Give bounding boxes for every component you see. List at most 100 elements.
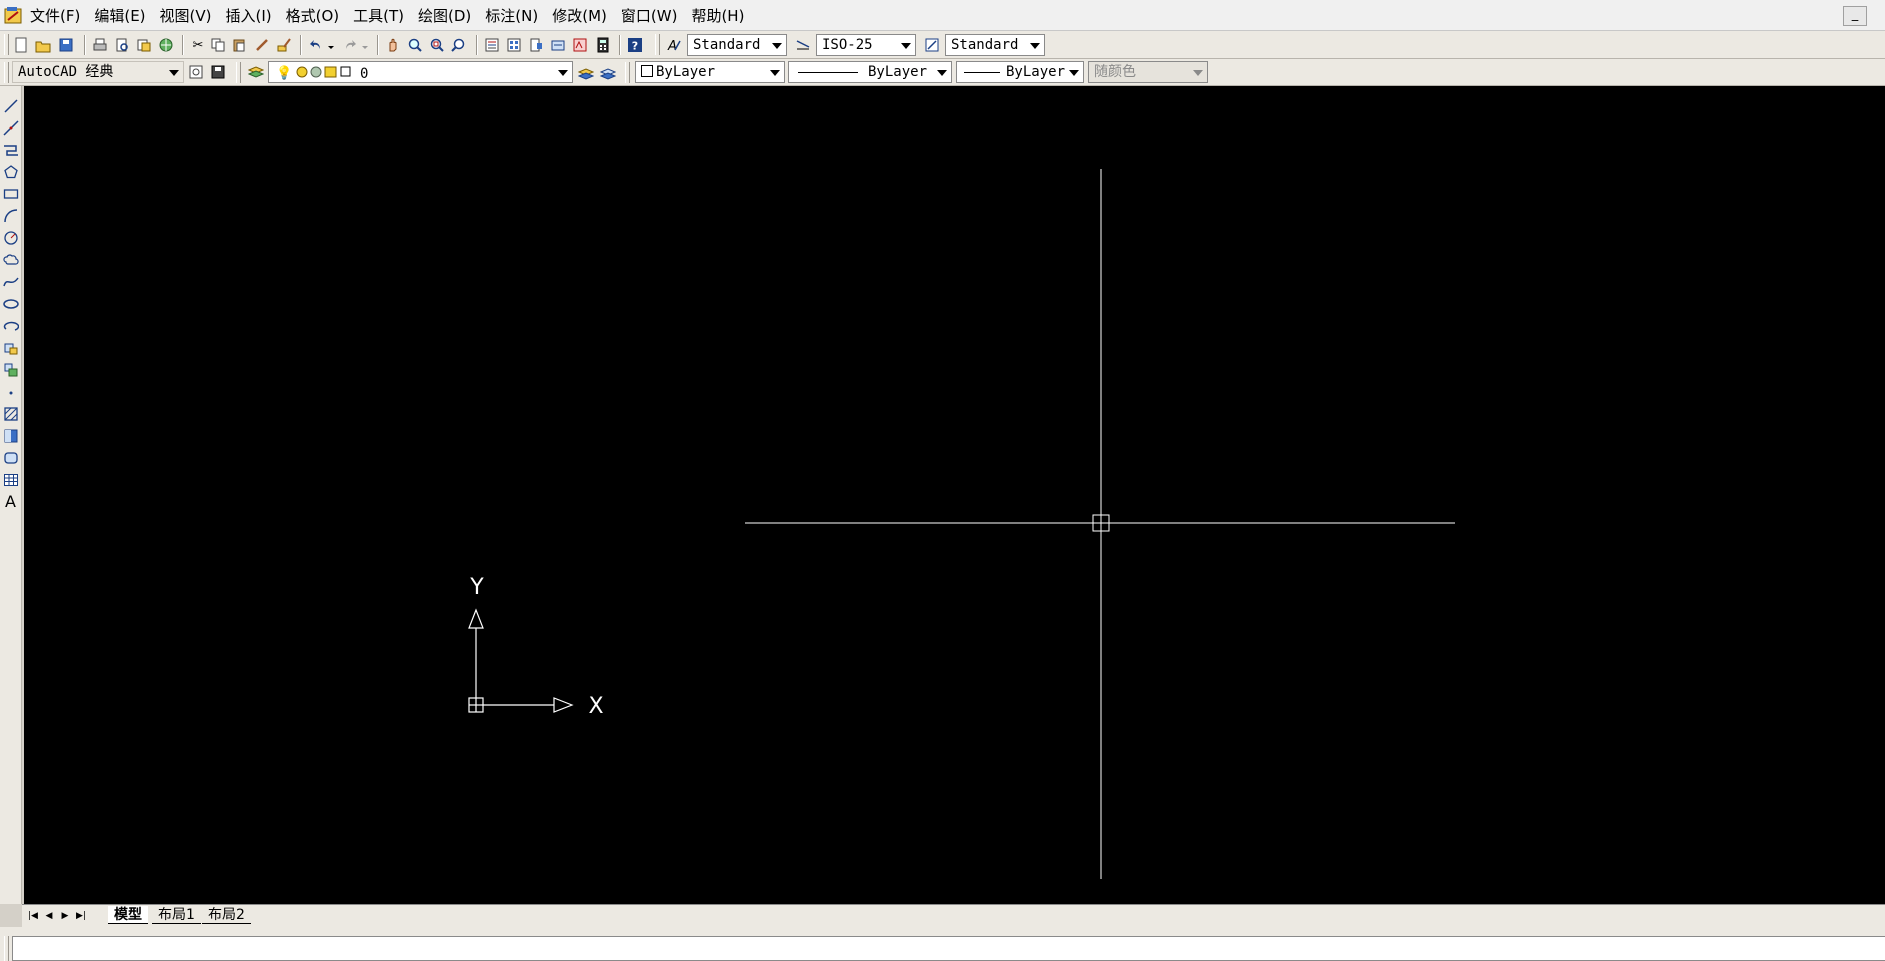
dim-style-value: ISO-25 xyxy=(822,37,873,53)
command-grip[interactable] xyxy=(4,936,9,961)
circle-icon[interactable] xyxy=(1,228,20,247)
text-style-value: Standard xyxy=(693,37,761,53)
polyline-icon[interactable] xyxy=(1,140,20,159)
layer-previous-icon[interactable] xyxy=(598,62,618,82)
gradient-icon[interactable] xyxy=(1,426,20,445)
toolbar-grip[interactable] xyxy=(625,62,630,83)
toolbar-grip[interactable] xyxy=(655,34,660,55)
redo-icon[interactable] xyxy=(340,35,360,55)
make-object-layer-current-icon[interactable] xyxy=(576,62,596,82)
minimize-button[interactable]: _ xyxy=(1843,6,1867,26)
menu-list: 文件(F) 编辑(E) 视图(V) 插入(I) 格式(O) 工具(T) 绘图(D… xyxy=(30,0,758,31)
lineweight-select[interactable]: ByLayer xyxy=(956,61,1084,83)
construction-line-icon[interactable] xyxy=(1,118,20,137)
workspace-save-icon[interactable] xyxy=(208,62,228,82)
zoom-previous-icon[interactable] xyxy=(449,35,469,55)
pan-icon[interactable] xyxy=(383,35,403,55)
region-icon[interactable] xyxy=(1,448,20,467)
match-properties-icon[interactable] xyxy=(274,35,294,55)
menu-view[interactable]: 视图(V) xyxy=(160,5,212,26)
design-center-icon[interactable] xyxy=(504,35,524,55)
workspace-settings-icon[interactable] xyxy=(186,62,206,82)
zoom-window-icon[interactable] xyxy=(427,35,447,55)
tool-palettes-icon[interactable] xyxy=(526,35,546,55)
tab-layout2[interactable]: 布局2 xyxy=(202,906,251,924)
copy-icon[interactable] xyxy=(208,35,228,55)
open-icon[interactable] xyxy=(33,35,53,55)
table-icon[interactable] xyxy=(1,470,20,489)
zoom-realtime-icon[interactable] xyxy=(405,35,425,55)
brush-icon[interactable] xyxy=(252,35,272,55)
tab-layout1[interactable]: 布局1 xyxy=(152,906,201,924)
revision-cloud-icon[interactable] xyxy=(1,250,20,269)
make-block-icon[interactable] xyxy=(1,360,20,379)
polygon-icon[interactable] xyxy=(1,162,20,181)
ellipse-icon[interactable] xyxy=(1,294,20,313)
menu-insert[interactable]: 插入(I) xyxy=(226,5,272,26)
etransmit-icon[interactable] xyxy=(156,35,176,55)
menu-modify[interactable]: 修改(M) xyxy=(552,5,607,26)
properties-icon[interactable] xyxy=(482,35,502,55)
rectangle-icon[interactable] xyxy=(1,184,20,203)
plot-icon[interactable] xyxy=(90,35,110,55)
calculator-icon[interactable] xyxy=(593,35,613,55)
save-icon[interactable] xyxy=(56,35,76,55)
command-input[interactable] xyxy=(12,936,1885,961)
dim-style-icon[interactable] xyxy=(793,35,813,55)
dim-style-select[interactable]: ISO-25 xyxy=(816,34,916,56)
toolbar-grip[interactable] xyxy=(236,62,241,83)
redo-dropdown-icon[interactable] xyxy=(360,35,370,55)
text-style-select[interactable]: Standard xyxy=(687,34,787,56)
linetype-value: ByLayer xyxy=(868,64,928,80)
ucs-y-arrow xyxy=(468,608,484,629)
menu-format[interactable]: 格式(O) xyxy=(286,5,340,26)
arc-icon[interactable] xyxy=(1,206,20,225)
menu-window[interactable]: 窗口(W) xyxy=(621,5,678,26)
toolbar-grip[interactable] xyxy=(4,62,9,83)
plot-preview-icon[interactable] xyxy=(112,35,132,55)
linetype-select[interactable]: ByLayer xyxy=(788,61,952,83)
color-select[interactable]: ByLayer xyxy=(635,61,785,83)
cut-icon[interactable]: ✂ xyxy=(188,35,208,55)
help-icon[interactable]: ? xyxy=(625,35,645,55)
insert-block-icon[interactable] xyxy=(1,338,20,357)
first-tab-icon[interactable]: |◀ xyxy=(26,909,40,923)
layer-select[interactable]: 💡 0 xyxy=(268,61,573,83)
toolbar-grip[interactable] xyxy=(4,34,9,55)
menu-dimension[interactable]: 标注(N) xyxy=(485,5,538,26)
drawing-canvas[interactable]: Y X xyxy=(24,86,1885,904)
point-icon[interactable] xyxy=(1,382,20,401)
hatch-icon[interactable] xyxy=(1,404,20,423)
next-tab-icon[interactable]: ▶ xyxy=(58,909,72,923)
svg-text:A: A xyxy=(667,39,677,53)
previous-tab-icon[interactable]: ◀ xyxy=(42,909,56,923)
last-tab-icon[interactable]: ▶| xyxy=(74,909,88,923)
menu-file[interactable]: 文件(F) xyxy=(30,5,80,26)
multiline-text-icon[interactable]: A xyxy=(1,492,20,511)
layer-manager-icon[interactable] xyxy=(246,62,266,82)
line-icon[interactable] xyxy=(1,96,20,115)
table-style-select[interactable]: Standard xyxy=(945,34,1045,56)
tab-model[interactable]: 模型 xyxy=(108,906,148,924)
spline-icon[interactable] xyxy=(1,272,20,291)
markup-icon[interactable] xyxy=(570,35,590,55)
table-style-icon[interactable] xyxy=(922,35,942,55)
plotstyle-select: 随颜色 xyxy=(1088,61,1208,83)
undo-icon[interactable] xyxy=(306,35,326,55)
ellipse-arc-icon[interactable] xyxy=(1,316,20,335)
command-window xyxy=(0,927,1885,961)
text-style-icon[interactable]: A xyxy=(664,35,684,55)
menu-draw[interactable]: 绘图(D) xyxy=(418,5,471,26)
color-swatch xyxy=(641,65,653,77)
menu-tools[interactable]: 工具(T) xyxy=(353,5,404,26)
new-icon[interactable] xyxy=(11,35,31,55)
menu-edit[interactable]: 编辑(E) xyxy=(94,5,145,26)
publish-icon[interactable] xyxy=(134,35,154,55)
model-space[interactable]: Y X xyxy=(24,86,1885,904)
undo-dropdown-icon[interactable] xyxy=(326,35,336,55)
menu-help[interactable]: 帮助(H) xyxy=(691,5,744,26)
workspace-select[interactable]: AutoCAD 经典 xyxy=(12,61,184,83)
sheet-set-icon[interactable] xyxy=(548,35,568,55)
autocad-app-icon[interactable] xyxy=(4,6,23,25)
paste-icon[interactable] xyxy=(229,35,249,55)
